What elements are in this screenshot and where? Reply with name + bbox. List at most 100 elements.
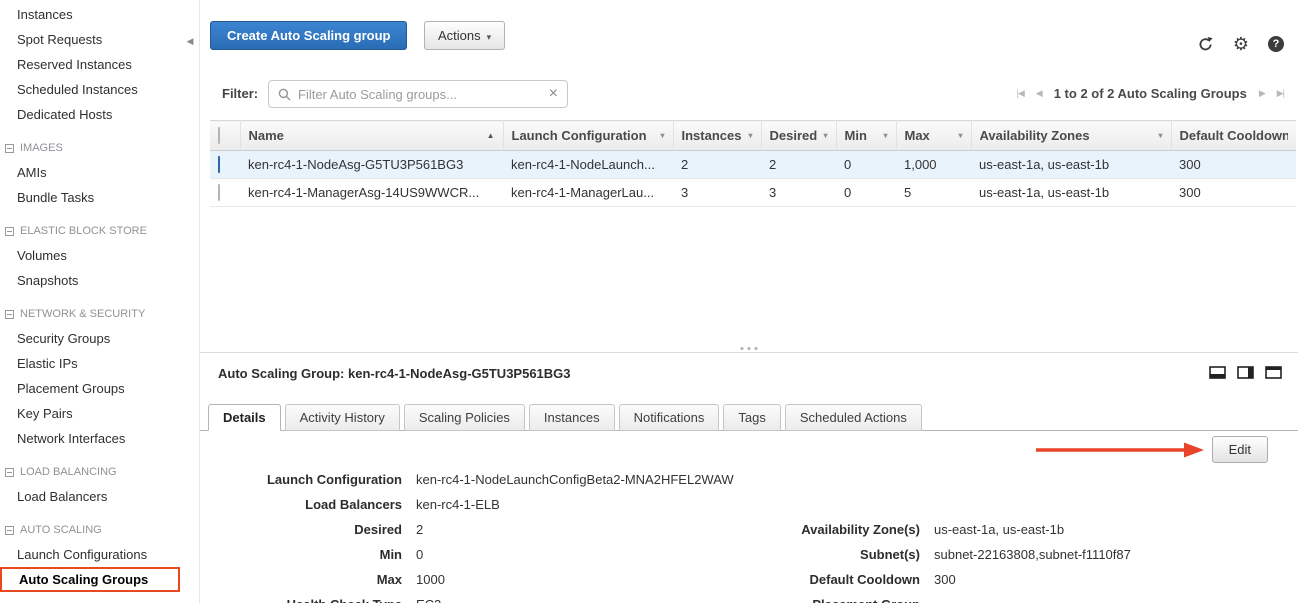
sidebar-section-elastic-block-store[interactable]: ELASTIC BLOCK STORE — [0, 219, 199, 243]
next-page-icon[interactable]: ▶ — [1259, 88, 1265, 99]
filter-bar: Filter: × |◀ ◀ 1 to 2 of 2 Auto Scaling … — [200, 79, 1298, 109]
column-header-desired[interactable]: Desired▾ — [761, 121, 836, 151]
cell-availability-zones[interactable]: us-east-1a, us-east-1b — [971, 179, 1171, 207]
column-header-min[interactable]: Min▾ — [836, 121, 896, 151]
cell-min[interactable]: 0 — [836, 151, 896, 179]
cell-name[interactable]: ken-rc4-1-NodeAsg-G5TU3P561BG3 — [240, 151, 503, 179]
cell-desired[interactable]: 2 — [761, 151, 836, 179]
field-max: Max 1000 — [217, 567, 734, 592]
column-label: Availability Zones — [980, 128, 1090, 143]
cell-min[interactable]: 0 — [836, 179, 896, 207]
cell-launch-configuration[interactable]: ken-rc4-1-NodeLaunch... — [503, 151, 673, 179]
toolbar-icons: ⚙ ? — [1197, 35, 1284, 53]
field-value: 0 — [416, 547, 423, 562]
help-icon[interactable]: ? — [1268, 36, 1284, 52]
sidebar-item-scheduled-instances[interactable]: Scheduled Instances — [0, 77, 199, 102]
pagination: |◀ ◀ 1 to 2 of 2 Auto Scaling Groups ▶ ▶… — [1017, 86, 1284, 101]
refresh-icon[interactable] — [1197, 36, 1214, 53]
details-fields-right: Availability Zone(s) us-east-1a, us-east… — [720, 517, 1131, 603]
split-right-pane-icon[interactable] — [1237, 366, 1254, 379]
sidebar-section-load-balancing[interactable]: LOAD BALANCING — [0, 460, 199, 484]
tab-scaling-policies[interactable]: Scaling Policies — [404, 404, 525, 431]
tab-scheduled-actions[interactable]: Scheduled Actions — [785, 404, 922, 431]
row-checkbox[interactable] — [218, 184, 220, 201]
row-select-cell[interactable] — [210, 179, 240, 207]
column-label: Min — [845, 128, 867, 143]
sidebar-section-images[interactable]: IMAGES — [0, 136, 199, 160]
create-auto-scaling-group-button[interactable]: Create Auto Scaling group — [210, 21, 407, 50]
cell-instances[interactable]: 2 — [673, 151, 761, 179]
row-select-cell[interactable] — [210, 151, 240, 179]
table-header-row: Name▲ Launch Configuration▾ Instances▾ D… — [210, 121, 1296, 151]
sidebar-item-key-pairs[interactable]: Key Pairs — [0, 401, 199, 426]
pane-layout-icons — [1209, 366, 1282, 379]
column-header-default-cooldown[interactable]: Default Cooldown — [1171, 121, 1296, 151]
column-header-name[interactable]: Name▲ — [240, 121, 503, 151]
collapse-section-icon — [5, 227, 14, 236]
sidebar-section-label: IMAGES — [20, 142, 63, 154]
table-row[interactable]: ken-rc4-1-ManagerAsg-14US9WWCR... ken-rc… — [210, 179, 1296, 207]
actions-button[interactable]: Actions▾ — [424, 21, 505, 50]
first-page-icon[interactable]: |◀ — [1017, 88, 1024, 99]
sidebar-item-placement-groups[interactable]: Placement Groups — [0, 376, 199, 401]
sidebar-item-load-balancers[interactable]: Load Balancers — [0, 484, 199, 509]
search-icon — [278, 88, 291, 101]
tab-details[interactable]: Details — [208, 404, 281, 431]
tab-instances[interactable]: Instances — [529, 404, 615, 431]
cell-max[interactable]: 1,000 — [896, 151, 971, 179]
sidebar-item-launch-configurations[interactable]: Launch Configurations — [0, 542, 199, 567]
table-row[interactable]: ken-rc4-1-NodeAsg-G5TU3P561BG3 ken-rc4-1… — [210, 151, 1296, 179]
split-bottom-pane-icon[interactable] — [1209, 366, 1226, 379]
field-launch-configuration: Launch Configuration ken-rc4-1-NodeLaunc… — [217, 467, 734, 492]
column-header-launch-configuration[interactable]: Launch Configuration▾ — [503, 121, 673, 151]
row-checkbox[interactable] — [218, 156, 220, 173]
cell-availability-zones[interactable]: us-east-1a, us-east-1b — [971, 151, 1171, 179]
column-header-instances[interactable]: Instances▾ — [673, 121, 761, 151]
select-all-header[interactable] — [210, 121, 240, 151]
filter-search-box[interactable]: × — [268, 80, 568, 108]
field-label: Desired — [217, 522, 402, 537]
sidebar-item-bundle-tasks[interactable]: Bundle Tasks — [0, 185, 199, 210]
sidebar-item-volumes[interactable]: Volumes — [0, 243, 199, 268]
field-label: Subnet(s) — [720, 547, 920, 562]
filter-label: Filter: — [222, 86, 258, 101]
edit-button[interactable]: Edit — [1212, 436, 1268, 463]
sidebar-item-instances[interactable]: Instances — [0, 2, 199, 27]
tab-activity-history[interactable]: Activity History — [285, 404, 400, 431]
tab-tags[interactable]: Tags — [723, 404, 780, 431]
select-all-checkbox[interactable] — [218, 127, 220, 144]
cell-launch-configuration[interactable]: ken-rc4-1-ManagerLau... — [503, 179, 673, 207]
last-page-icon[interactable]: ▶| — [1277, 88, 1284, 99]
sidebar-collapse-icon[interactable]: ◀ — [183, 30, 197, 52]
prev-page-icon[interactable]: ◀ — [1036, 88, 1042, 99]
sidebar-item-reserved-instances[interactable]: Reserved Instances — [0, 52, 199, 77]
cell-default-cooldown[interactable]: 300 — [1171, 151, 1296, 179]
sidebar-item-network-interfaces[interactable]: Network Interfaces — [0, 426, 199, 451]
sidebar-item-security-groups[interactable]: Security Groups — [0, 326, 199, 351]
maximize-pane-icon[interactable] — [1265, 366, 1282, 379]
cell-name[interactable]: ken-rc4-1-ManagerAsg-14US9WWCR... — [240, 179, 503, 207]
sidebar-item-dedicated-hosts[interactable]: Dedicated Hosts — [0, 102, 199, 127]
sidebar-item-amis[interactable]: AMIs — [0, 160, 199, 185]
tab-notifications[interactable]: Notifications — [619, 404, 720, 431]
column-header-availability-zones[interactable]: Availability Zones▾ — [971, 121, 1171, 151]
sidebar-item-snapshots[interactable]: Snapshots — [0, 268, 199, 293]
cell-desired[interactable]: 3 — [761, 179, 836, 207]
collapse-section-icon — [5, 468, 14, 477]
settings-gear-icon[interactable]: ⚙ — [1233, 35, 1249, 53]
cell-max[interactable]: 5 — [896, 179, 971, 207]
sidebar-section-network-security[interactable]: NETWORK & SECURITY — [0, 302, 199, 326]
column-header-max[interactable]: Max▾ — [896, 121, 971, 151]
column-label: Desired — [770, 128, 818, 143]
sidebar-item-auto-scaling-groups[interactable]: Auto Scaling Groups — [0, 567, 180, 592]
field-min: Min 0 — [217, 542, 734, 567]
filter-search-input[interactable] — [298, 87, 542, 102]
clear-filter-icon[interactable]: × — [549, 86, 558, 102]
details-panel-title: Auto Scaling Group: ken-rc4-1-NodeAsg-G5… — [218, 366, 571, 381]
sidebar-item-elastic-ips[interactable]: Elastic IPs — [0, 351, 199, 376]
sidebar-section-auto-scaling[interactable]: AUTO SCALING — [0, 518, 199, 542]
cell-default-cooldown[interactable]: 300 — [1171, 179, 1296, 207]
field-label: Load Balancers — [217, 497, 402, 512]
cell-instances[interactable]: 3 — [673, 179, 761, 207]
sidebar-item-spot-requests[interactable]: Spot Requests — [0, 27, 199, 52]
